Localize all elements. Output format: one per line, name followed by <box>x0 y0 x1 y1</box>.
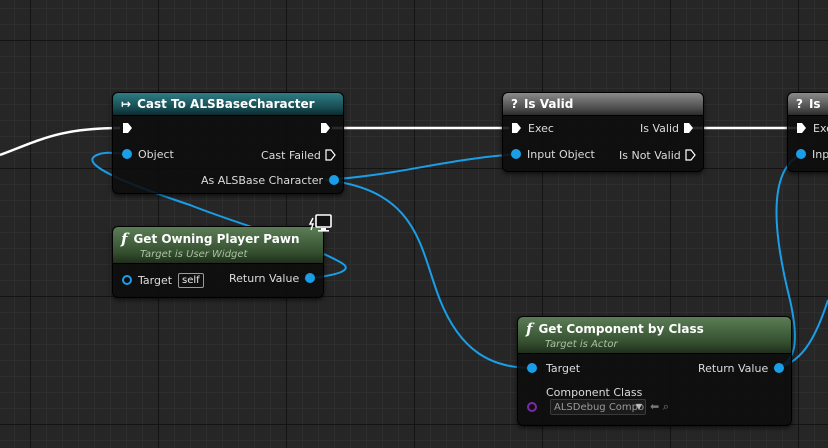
use-selected-arrow-icon[interactable]: ⬅ <box>650 400 659 413</box>
cast-failed-label: Cast Failed <box>261 148 321 162</box>
object-pin-icon <box>527 363 537 373</box>
component-class-value: ALSDebug Compo <box>554 401 645 413</box>
wire-character-to-inputobject[interactable] <box>324 153 518 181</box>
is-valid-title: Is Valid <box>523 97 574 111</box>
question-mark-icon: ? <box>796 97 803 111</box>
get-owning-pawn-target-pin[interactable]: Target self <box>122 272 204 288</box>
get-component-subtitle: Target is Actor <box>545 339 618 350</box>
object-pin-icon <box>122 275 132 285</box>
get-owning-pawn-subtitle: Target is User Widget <box>140 249 248 260</box>
component-class-pin[interactable] <box>527 399 537 415</box>
get-owning-pawn-return-pin[interactable]: Return Value <box>229 270 316 286</box>
is-not-valid-pin[interactable]: Is Not Valid <box>619 147 696 163</box>
get-owning-pawn-return-label: Return Value <box>229 271 300 285</box>
as-alsbase-character-pin[interactable]: As ALSBase Character <box>201 172 339 188</box>
is-valid-2-title: Is <box>808 97 821 111</box>
cast-exec-in-pin[interactable] <box>122 120 133 136</box>
exec-out-icon <box>321 123 330 133</box>
cast-node-header[interactable]: ↦ Cast To ALSBaseCharacter <box>113 93 343 116</box>
question-mark-icon: ? <box>511 97 518 111</box>
target-self-default[interactable]: self <box>178 272 204 288</box>
is-not-valid-label: Is Not Valid <box>619 148 681 162</box>
is-valid-exec-pin[interactable]: Exec <box>511 120 554 136</box>
get-component-target-pin[interactable]: Target <box>527 360 580 376</box>
is-valid-header[interactable]: ? Is Valid <box>503 93 703 116</box>
exec-wire-in[interactable] <box>0 126 121 157</box>
is-valid-out-label: Is Valid <box>640 121 679 135</box>
get-owning-pawn-header[interactable]: f Get Owning Player Pawn Target is User … <box>113 227 323 264</box>
cast-exec-out-pin[interactable] <box>320 120 331 136</box>
is-valid-2-header[interactable]: ? Is <box>788 93 828 116</box>
exec-in-icon <box>123 123 132 133</box>
get-component-title: Get Component by Class <box>538 322 704 336</box>
is-valid-2-input-label: Inp <box>812 147 828 161</box>
object-pin-icon <box>122 149 132 159</box>
monitor-context-icon <box>309 214 332 232</box>
exec-out-hollow-icon <box>685 149 696 161</box>
exec-out-hollow-icon <box>325 149 336 161</box>
chevron-down-icon: ▼ <box>635 402 642 411</box>
as-alsbase-character-label: As ALSBase Character <box>201 173 323 187</box>
cast-failed-pin[interactable]: Cast Failed <box>261 147 336 163</box>
cast-object-pin[interactable]: Object <box>122 146 174 162</box>
object-pin-icon <box>305 273 316 283</box>
object-pin-icon <box>328 175 339 185</box>
component-class-label: Component Class <box>546 385 643 399</box>
is-valid-out-pin[interactable]: Is Valid <box>640 120 694 136</box>
get-component-header[interactable]: f Get Component by Class Target is Actor <box>518 317 791 354</box>
is-valid-input-object-pin[interactable]: Input Object <box>511 146 595 162</box>
exec-in-icon <box>512 123 521 133</box>
browse-search-icon[interactable]: ⌕ <box>663 400 669 413</box>
component-class-dropdown[interactable]: ALSDebug Compo ▼ <box>550 399 646 415</box>
is-valid-2-input-pin[interactable]: Inp <box>796 146 828 162</box>
get-owning-pawn-target-label: Target <box>138 273 173 287</box>
function-f-icon: f <box>526 320 533 338</box>
object-pin-icon <box>774 363 785 373</box>
is-valid-input-object-label: Input Object <box>527 147 595 161</box>
is-valid-2-exec-label: Exe <box>813 121 828 135</box>
object-pin-icon <box>511 149 521 159</box>
component-class-actions: ⬅ ⌕ <box>650 400 669 414</box>
cast-node-title: Cast To ALSBaseCharacter <box>137 97 315 111</box>
function-f-icon: f <box>121 230 128 248</box>
get-component-return-pin[interactable]: Return Value <box>698 360 785 376</box>
component-class-label-row: Component Class <box>546 384 642 400</box>
get-component-target-label: Target <box>546 361 581 375</box>
is-valid-2-exec-pin[interactable]: Exe <box>796 120 828 136</box>
get-owning-pawn-title: Get Owning Player Pawn <box>133 232 300 246</box>
is-valid-exec-label: Exec <box>528 121 554 135</box>
wire-character-to-target[interactable] <box>324 179 533 369</box>
get-component-return-label: Return Value <box>698 361 769 375</box>
exec-out-icon <box>683 123 693 133</box>
class-pin-icon <box>527 402 537 412</box>
object-pin-icon <box>796 149 806 159</box>
cast-arrows-icon: ↦ <box>121 97 132 111</box>
cast-object-label: Object <box>138 147 174 161</box>
exec-in-icon <box>797 123 806 133</box>
